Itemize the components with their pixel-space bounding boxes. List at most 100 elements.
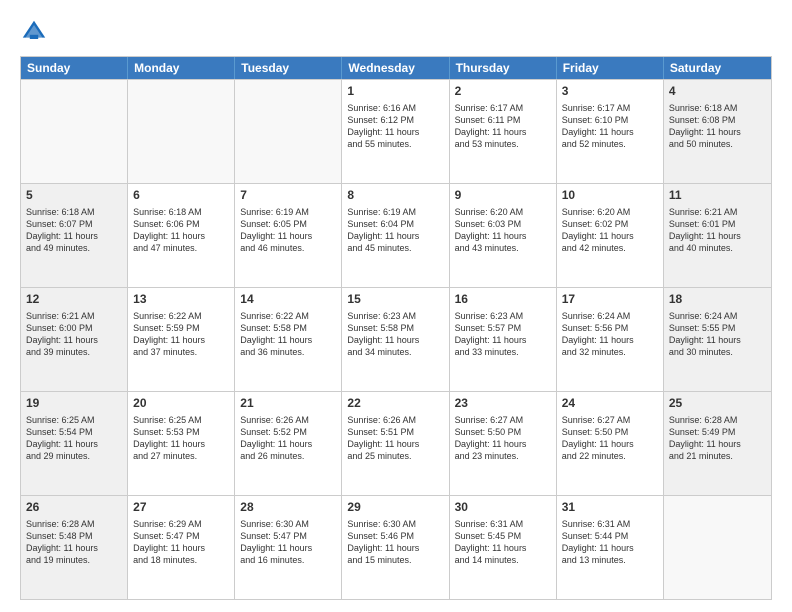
day-number: 6 bbox=[133, 188, 229, 204]
header-day-monday: Monday bbox=[128, 57, 235, 79]
cell-info: Sunrise: 6:17 AM Sunset: 6:11 PM Dayligh… bbox=[455, 102, 551, 151]
cell-info: Sunrise: 6:18 AM Sunset: 6:08 PM Dayligh… bbox=[669, 102, 766, 151]
cell-info: Sunrise: 6:25 AM Sunset: 5:53 PM Dayligh… bbox=[133, 414, 229, 463]
cell-info: Sunrise: 6:19 AM Sunset: 6:05 PM Dayligh… bbox=[240, 206, 336, 255]
logo-icon bbox=[20, 18, 48, 46]
cal-cell-0-2 bbox=[235, 80, 342, 183]
cell-info: Sunrise: 6:18 AM Sunset: 6:07 PM Dayligh… bbox=[26, 206, 122, 255]
cell-info: Sunrise: 6:18 AM Sunset: 6:06 PM Dayligh… bbox=[133, 206, 229, 255]
cell-info: Sunrise: 6:20 AM Sunset: 6:02 PM Dayligh… bbox=[562, 206, 658, 255]
header-day-wednesday: Wednesday bbox=[342, 57, 449, 79]
cal-cell-1-3: 8 Sunrise: 6:19 AM Sunset: 6:04 PM Daylig… bbox=[342, 184, 449, 287]
cal-cell-1-4: 9 Sunrise: 6:20 AM Sunset: 6:03 PM Daylig… bbox=[450, 184, 557, 287]
day-number: 28 bbox=[240, 500, 336, 516]
cell-info: Sunrise: 6:26 AM Sunset: 5:51 PM Dayligh… bbox=[347, 414, 443, 463]
cal-cell-3-2: 21 Sunrise: 6:26 AM Sunset: 5:52 PM Dayli… bbox=[235, 392, 342, 495]
cell-info: Sunrise: 6:26 AM Sunset: 5:52 PM Dayligh… bbox=[240, 414, 336, 463]
cell-info: Sunrise: 6:19 AM Sunset: 6:04 PM Dayligh… bbox=[347, 206, 443, 255]
cell-info: Sunrise: 6:28 AM Sunset: 5:48 PM Dayligh… bbox=[26, 518, 122, 567]
calendar-header: SundayMondayTuesdayWednesdayThursdayFrid… bbox=[21, 57, 771, 79]
cal-cell-2-2: 14 Sunrise: 6:22 AM Sunset: 5:58 PM Dayli… bbox=[235, 288, 342, 391]
day-number: 16 bbox=[455, 292, 551, 308]
day-number: 12 bbox=[26, 292, 122, 308]
week-row-2: 12 Sunrise: 6:21 AM Sunset: 6:00 PM Dayli… bbox=[21, 287, 771, 391]
cell-info: Sunrise: 6:30 AM Sunset: 5:47 PM Dayligh… bbox=[240, 518, 336, 567]
cell-info: Sunrise: 6:29 AM Sunset: 5:47 PM Dayligh… bbox=[133, 518, 229, 567]
cal-cell-4-5: 31Sunrise: 6:31 AM Sunset: 5:44 PM Dayli… bbox=[557, 496, 664, 599]
cal-cell-2-5: 17Sunrise: 6:24 AM Sunset: 5:56 PM Dayli… bbox=[557, 288, 664, 391]
day-number: 4 bbox=[669, 84, 766, 100]
cell-info: Sunrise: 6:22 AM Sunset: 5:58 PM Dayligh… bbox=[240, 310, 336, 359]
cal-cell-2-4: 16 Sunrise: 6:23 AM Sunset: 5:57 PM Dayli… bbox=[450, 288, 557, 391]
week-row-1: 5 Sunrise: 6:18 AM Sunset: 6:07 PM Daylig… bbox=[21, 183, 771, 287]
cell-info: Sunrise: 6:23 AM Sunset: 5:58 PM Dayligh… bbox=[347, 310, 443, 359]
calendar-body: 1Sunrise: 6:16 AM Sunset: 6:12 PM Daylig… bbox=[21, 79, 771, 599]
day-number: 21 bbox=[240, 396, 336, 412]
cal-cell-4-2: 28 Sunrise: 6:30 AM Sunset: 5:47 PM Dayli… bbox=[235, 496, 342, 599]
day-number: 26 bbox=[26, 500, 122, 516]
week-row-0: 1Sunrise: 6:16 AM Sunset: 6:12 PM Daylig… bbox=[21, 79, 771, 183]
day-number: 14 bbox=[240, 292, 336, 308]
cell-info: Sunrise: 6:21 AM Sunset: 6:00 PM Dayligh… bbox=[26, 310, 122, 359]
calendar: SundayMondayTuesdayWednesdayThursdayFrid… bbox=[20, 56, 772, 600]
logo bbox=[20, 18, 54, 46]
cal-cell-0-6: 4 Sunrise: 6:18 AM Sunset: 6:08 PM Daylig… bbox=[664, 80, 771, 183]
cell-info: Sunrise: 6:27 AM Sunset: 5:50 PM Dayligh… bbox=[455, 414, 551, 463]
cal-cell-3-1: 20 Sunrise: 6:25 AM Sunset: 5:53 PM Dayli… bbox=[128, 392, 235, 495]
cal-cell-1-6: 11 Sunrise: 6:21 AM Sunset: 6:01 PM Dayli… bbox=[664, 184, 771, 287]
cal-cell-3-4: 23 Sunrise: 6:27 AM Sunset: 5:50 PM Dayli… bbox=[450, 392, 557, 495]
cell-info: Sunrise: 6:30 AM Sunset: 5:46 PM Dayligh… bbox=[347, 518, 443, 567]
cell-info: Sunrise: 6:20 AM Sunset: 6:03 PM Dayligh… bbox=[455, 206, 551, 255]
day-number: 13 bbox=[133, 292, 229, 308]
cal-cell-0-5: 3 Sunrise: 6:17 AM Sunset: 6:10 PM Daylig… bbox=[557, 80, 664, 183]
page: SundayMondayTuesdayWednesdayThursdayFrid… bbox=[0, 0, 792, 612]
day-number: 1 bbox=[347, 84, 443, 100]
header-day-sunday: Sunday bbox=[21, 57, 128, 79]
cal-cell-4-1: 27Sunrise: 6:29 AM Sunset: 5:47 PM Dayli… bbox=[128, 496, 235, 599]
day-number: 23 bbox=[455, 396, 551, 412]
cal-cell-2-0: 12 Sunrise: 6:21 AM Sunset: 6:00 PM Dayli… bbox=[21, 288, 128, 391]
day-number: 11 bbox=[669, 188, 766, 204]
cell-info: Sunrise: 6:21 AM Sunset: 6:01 PM Dayligh… bbox=[669, 206, 766, 255]
day-number: 9 bbox=[455, 188, 551, 204]
cell-info: Sunrise: 6:24 AM Sunset: 5:56 PM Dayligh… bbox=[562, 310, 658, 359]
cell-info: Sunrise: 6:22 AM Sunset: 5:59 PM Dayligh… bbox=[133, 310, 229, 359]
header-day-thursday: Thursday bbox=[450, 57, 557, 79]
cal-cell-0-1 bbox=[128, 80, 235, 183]
cal-cell-4-4: 30Sunrise: 6:31 AM Sunset: 5:45 PM Dayli… bbox=[450, 496, 557, 599]
cal-cell-2-6: 18Sunrise: 6:24 AM Sunset: 5:55 PM Dayli… bbox=[664, 288, 771, 391]
cell-info: Sunrise: 6:23 AM Sunset: 5:57 PM Dayligh… bbox=[455, 310, 551, 359]
cal-cell-1-5: 10Sunrise: 6:20 AM Sunset: 6:02 PM Dayli… bbox=[557, 184, 664, 287]
cal-cell-2-3: 15 Sunrise: 6:23 AM Sunset: 5:58 PM Dayli… bbox=[342, 288, 449, 391]
cell-info: Sunrise: 6:28 AM Sunset: 5:49 PM Dayligh… bbox=[669, 414, 766, 463]
cal-cell-4-3: 29 Sunrise: 6:30 AM Sunset: 5:46 PM Dayli… bbox=[342, 496, 449, 599]
cal-cell-1-0: 5 Sunrise: 6:18 AM Sunset: 6:07 PM Daylig… bbox=[21, 184, 128, 287]
cal-cell-2-1: 13 Sunrise: 6:22 AM Sunset: 5:59 PM Dayli… bbox=[128, 288, 235, 391]
day-number: 7 bbox=[240, 188, 336, 204]
day-number: 30 bbox=[455, 500, 551, 516]
header bbox=[20, 18, 772, 46]
day-number: 15 bbox=[347, 292, 443, 308]
cal-cell-0-0 bbox=[21, 80, 128, 183]
cal-cell-3-3: 22 Sunrise: 6:26 AM Sunset: 5:51 PM Dayli… bbox=[342, 392, 449, 495]
cal-cell-3-5: 24Sunrise: 6:27 AM Sunset: 5:50 PM Dayli… bbox=[557, 392, 664, 495]
cal-cell-0-3: 1Sunrise: 6:16 AM Sunset: 6:12 PM Daylig… bbox=[342, 80, 449, 183]
header-day-tuesday: Tuesday bbox=[235, 57, 342, 79]
day-number: 29 bbox=[347, 500, 443, 516]
cell-info: Sunrise: 6:17 AM Sunset: 6:10 PM Dayligh… bbox=[562, 102, 658, 151]
week-row-4: 26 Sunrise: 6:28 AM Sunset: 5:48 PM Dayli… bbox=[21, 495, 771, 599]
day-number: 22 bbox=[347, 396, 443, 412]
cal-cell-4-0: 26 Sunrise: 6:28 AM Sunset: 5:48 PM Dayli… bbox=[21, 496, 128, 599]
cell-info: Sunrise: 6:25 AM Sunset: 5:54 PM Dayligh… bbox=[26, 414, 122, 463]
cal-cell-1-2: 7 Sunrise: 6:19 AM Sunset: 6:05 PM Daylig… bbox=[235, 184, 342, 287]
cal-cell-3-0: 19Sunrise: 6:25 AM Sunset: 5:54 PM Dayli… bbox=[21, 392, 128, 495]
day-number: 3 bbox=[562, 84, 658, 100]
day-number: 24 bbox=[562, 396, 658, 412]
day-number: 8 bbox=[347, 188, 443, 204]
cell-info: Sunrise: 6:24 AM Sunset: 5:55 PM Dayligh… bbox=[669, 310, 766, 359]
header-day-friday: Friday bbox=[557, 57, 664, 79]
day-number: 5 bbox=[26, 188, 122, 204]
week-row-3: 19Sunrise: 6:25 AM Sunset: 5:54 PM Dayli… bbox=[21, 391, 771, 495]
day-number: 20 bbox=[133, 396, 229, 412]
cal-cell-0-4: 2Sunrise: 6:17 AM Sunset: 6:11 PM Daylig… bbox=[450, 80, 557, 183]
